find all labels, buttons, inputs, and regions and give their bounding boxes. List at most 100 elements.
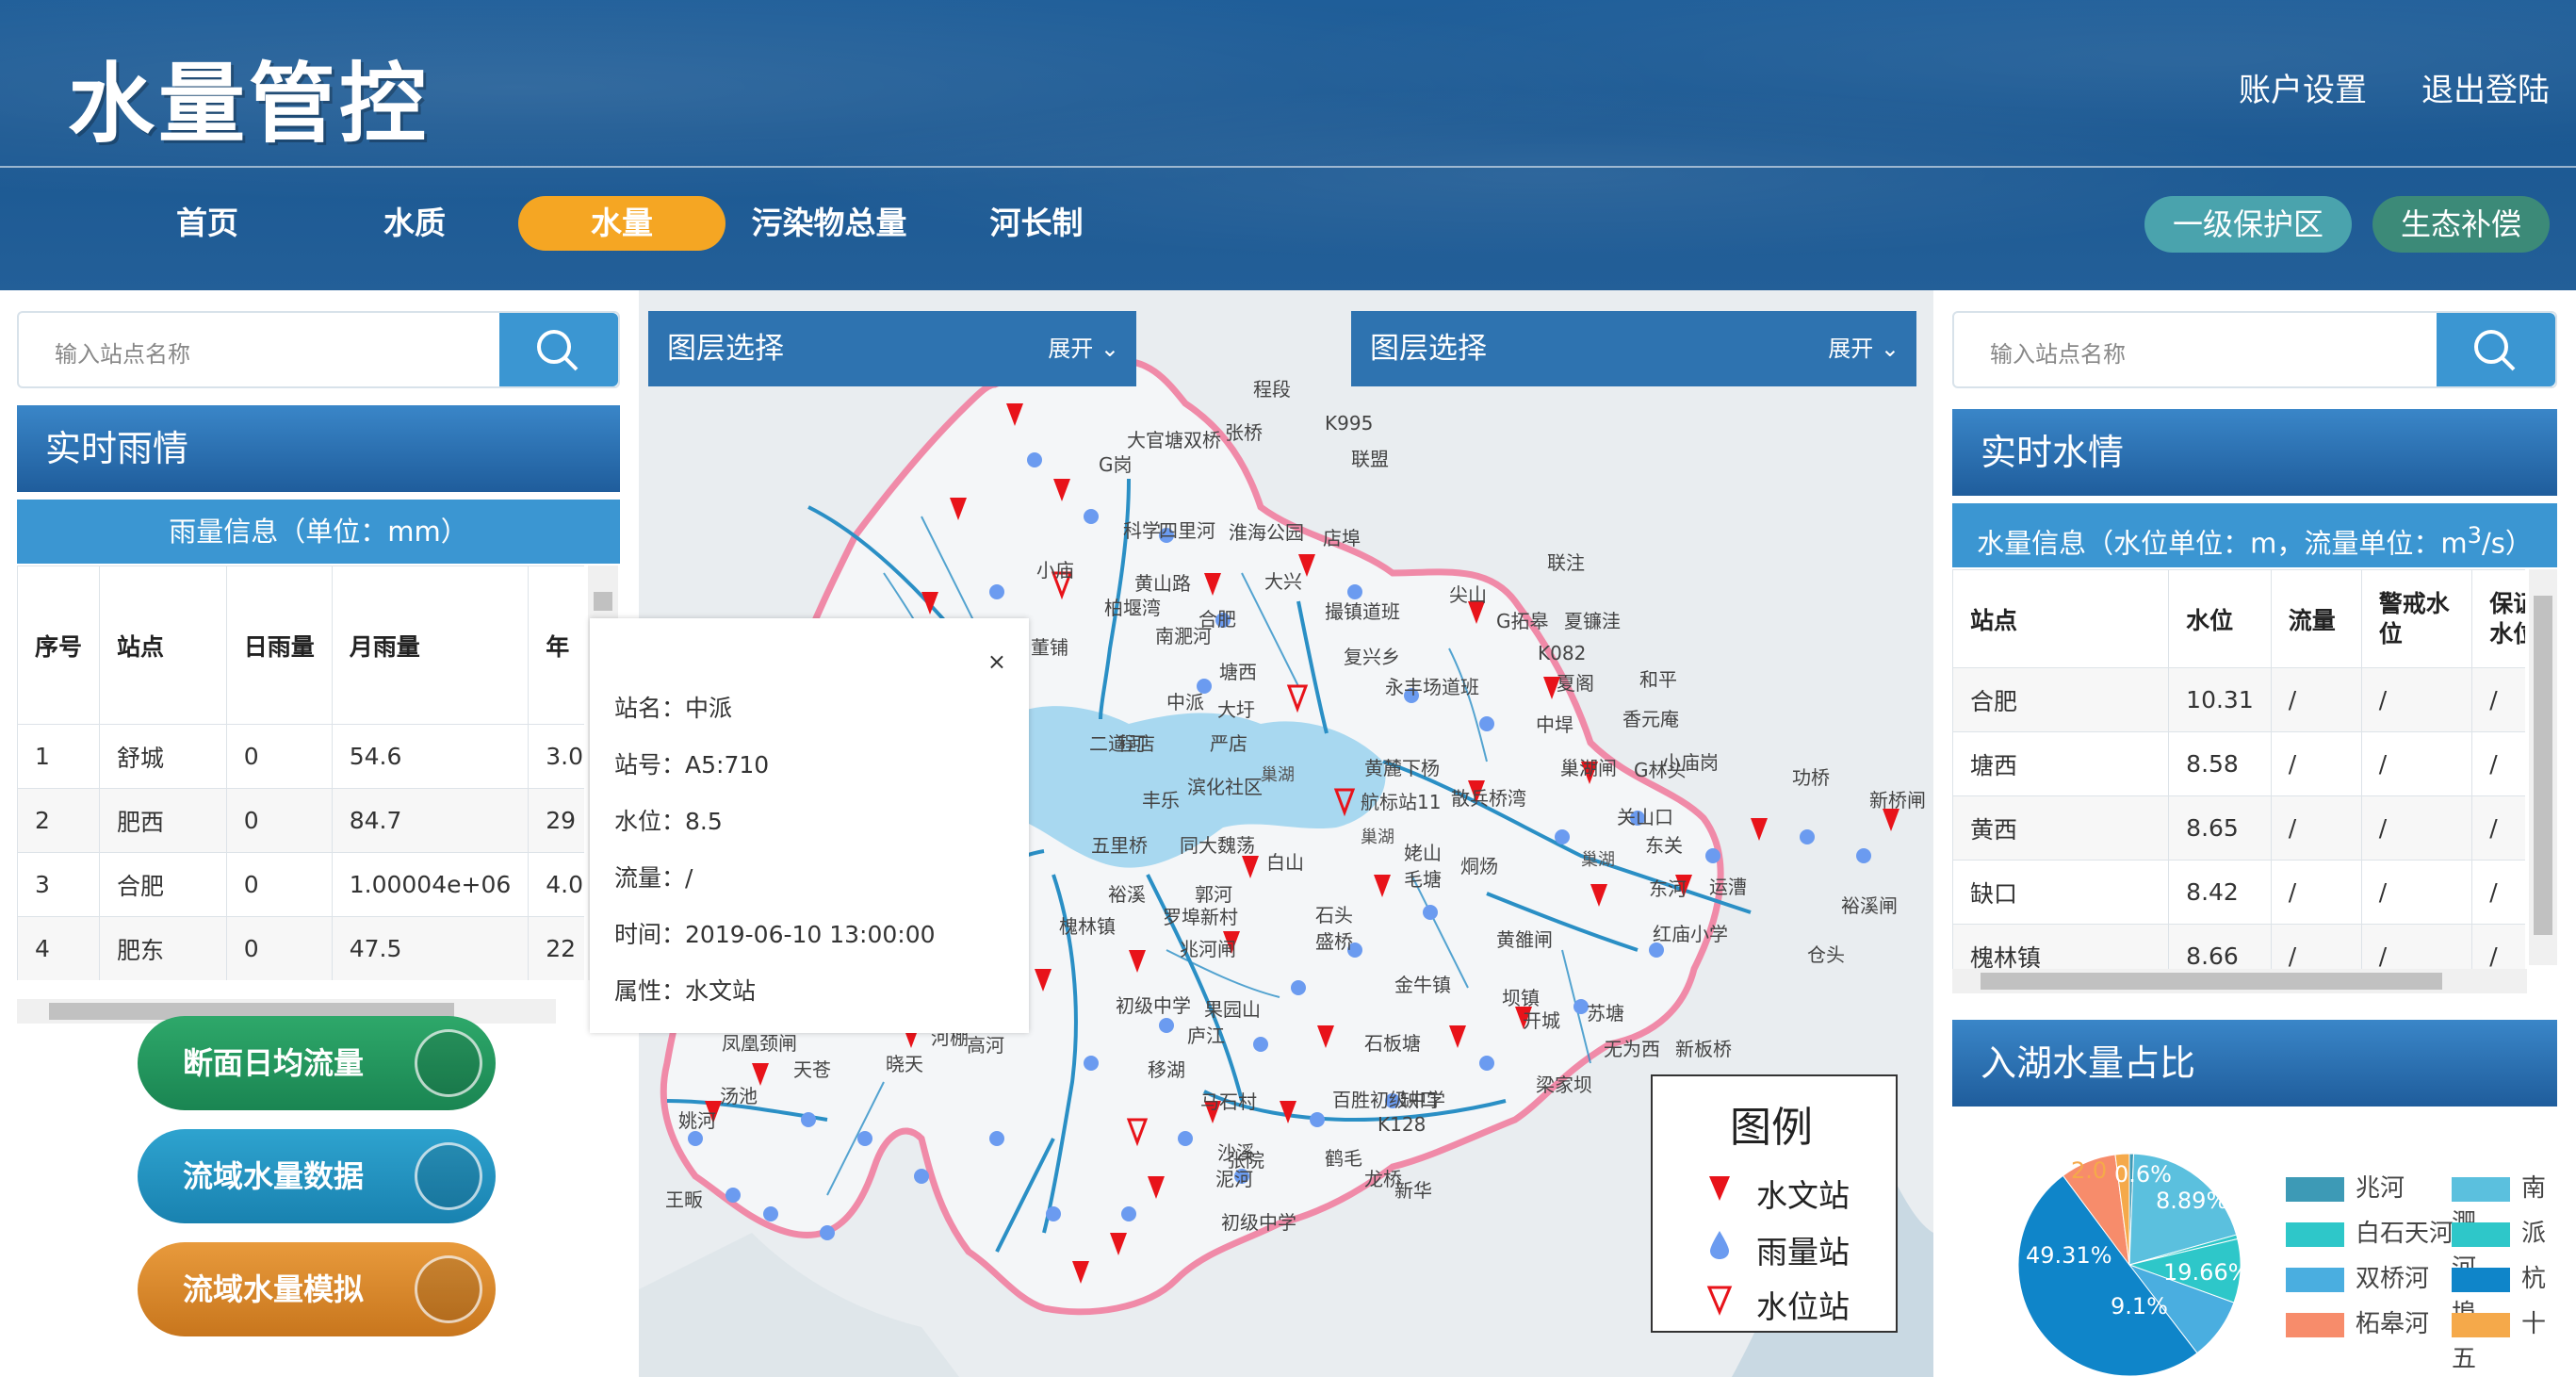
nav-pollutant-total[interactable]: 污染物总量	[726, 196, 933, 251]
nav-water-quality[interactable]: 水质	[311, 196, 518, 251]
eco-compensation-button[interactable]: 生态补偿	[2372, 196, 2550, 253]
svg-text:塘西: 塘西	[1219, 661, 1257, 683]
app-logo: 水量管控	[68, 54, 431, 155]
nav-home[interactable]: 首页	[104, 196, 311, 251]
svg-text:白山: 白山	[1266, 851, 1304, 874]
pie-legend-item[interactable]: 双桥河	[2286, 1259, 2429, 1294]
svg-text:苏塘: 苏塘	[1587, 1002, 1624, 1025]
svg-text:撮镇道班: 撮镇道班	[1325, 600, 1400, 623]
account-settings-link[interactable]: 账户设置	[2239, 64, 2367, 110]
svg-text:联盟: 联盟	[1351, 448, 1389, 470]
layer-select-label: 图层选择	[667, 332, 784, 366]
svg-text:中派: 中派	[1166, 691, 1204, 713]
legend-swatch	[2452, 1176, 2510, 1202]
legend-swatch	[2286, 1176, 2344, 1202]
svg-text:大官塘: 大官塘	[1127, 429, 1183, 451]
pie-label: 49.31%	[2026, 1242, 2112, 1269]
nav-river-chief[interactable]: 河长制	[933, 196, 1140, 251]
col-header: 年	[528, 566, 584, 725]
search-input[interactable]: 输入站点名称	[55, 336, 190, 369]
svg-text:凤凰颈闸: 凤凰颈闸	[722, 1032, 797, 1055]
svg-text:巢湖: 巢湖	[1261, 765, 1295, 785]
svg-text:鹤毛: 鹤毛	[1325, 1147, 1362, 1170]
search-input[interactable]: 输入站点名称	[1990, 336, 2126, 369]
table-row[interactable]: 槐林镇 8.66// /	[1952, 924, 2525, 969]
scroll-thumb[interactable]	[1981, 973, 2442, 990]
svg-text:滨化社区: 滨化社区	[1187, 776, 1263, 798]
pie-legend-item[interactable]: 十五	[2452, 1304, 2568, 1374]
section-daily-flow-button[interactable]: 断面日均流量	[138, 1016, 496, 1110]
table-row[interactable]: 4 肥东 0 47.5 22	[17, 916, 584, 980]
col-header: 序号	[17, 566, 101, 725]
svg-text:石板塘: 石板塘	[1364, 1032, 1421, 1055]
svg-text:姥山: 姥山	[1404, 842, 1442, 864]
chevron-down-icon: ⌄	[1873, 336, 1899, 362]
col-header: 流量	[2270, 569, 2362, 668]
svg-text:G岗: G岗	[1099, 453, 1133, 476]
table-row[interactable]: 2 肥西 0 84.7 29	[17, 788, 584, 853]
svg-text:K995: K995	[1325, 412, 1373, 434]
svg-text:大圩: 大圩	[1217, 698, 1255, 721]
pie-legend-item[interactable]: 柘皋河	[2286, 1304, 2429, 1339]
legend-title: 图例	[1730, 1104, 1813, 1152]
layer-select-right[interactable]: 图层选择 展开 ⌄	[1351, 311, 1916, 386]
expand-toggle[interactable]: 展开 ⌄	[1048, 311, 1119, 386]
svg-text:东关: 东关	[1645, 834, 1683, 857]
expand-toggle[interactable]: 展开 ⌄	[1828, 311, 1899, 386]
table-row[interactable]: 1 舒城 0 54.6 3.0	[17, 724, 584, 789]
svg-text:G拓皋: G拓皋	[1496, 610, 1549, 632]
svg-text:和平: 和平	[1639, 668, 1677, 691]
water-table: 站点 水位 流量 警戒水位 保证水位 合肥10.31/// 塘西8.58/// …	[1952, 569, 2525, 969]
station-popup: × 站名：中派 站号：A5:710 水位：8.5 流量：/ 时间：2019-06…	[590, 618, 1029, 1033]
legend-item: 水位站	[1756, 1288, 1850, 1325]
svg-text:兆河闸: 兆河闸	[1180, 938, 1236, 960]
pie-legend: 兆河南淝白石天河派河双桥河杭埠柘皋河十五	[2286, 1169, 2568, 1373]
pie-legend-item[interactable]: 白石天河	[2286, 1214, 2454, 1249]
water-table-wrapper[interactable]: 站点 水位 流量 警戒水位 保证水位 合肥10.31/// 塘西8.58/// …	[1952, 569, 2525, 969]
water-level-station-icon	[1706, 1286, 1733, 1316]
horizontal-scrollbar[interactable]	[1952, 969, 2527, 993]
flow-chart-icon	[415, 1029, 482, 1097]
chevron-down-icon: ⌄	[1093, 336, 1119, 362]
svg-text:天苍: 天苍	[793, 1058, 831, 1081]
table-row[interactable]: 合肥 10.31// /	[1952, 667, 2525, 732]
layer-select-left[interactable]: 图层选择 展开 ⌄	[648, 311, 1136, 386]
svg-text:东河: 东河	[1649, 877, 1687, 900]
rain-table-wrapper[interactable]: 序号 站点 日雨量 月雨量 年 1 舒城 0 54.6 3.0 2 肥西 0 84.7 29 3…	[17, 566, 584, 980]
svg-text:夏阁: 夏阁	[1557, 672, 1594, 695]
legend-label: 双桥河	[2356, 1265, 2430, 1293]
close-icon[interactable]: ×	[987, 648, 1006, 675]
scroll-thumb[interactable]	[2534, 596, 2552, 935]
logout-link[interactable]: 退出登陆	[2421, 64, 2550, 110]
protection-zone-button[interactable]: 一级保护区	[2144, 196, 2352, 253]
scroll-thumb[interactable]	[594, 592, 612, 611]
svg-text:大兴: 大兴	[1264, 570, 1302, 593]
table-row[interactable]: 缺口 8.42// /	[1952, 860, 2525, 925]
svg-text:联注: 联注	[1547, 551, 1585, 574]
pie-legend-item[interactable]: 兆河	[2286, 1169, 2405, 1204]
popup-water-level: 8.5	[685, 808, 723, 835]
nav-water-quantity[interactable]: 水量	[518, 196, 726, 251]
legend-swatch	[2286, 1267, 2344, 1292]
basin-water-data-button[interactable]: 流域水量数据	[138, 1129, 496, 1223]
popup-station-no: A5:710	[685, 751, 770, 779]
rain-table: 序号 站点 日雨量 月雨量 年 1 舒城 0 54.6 3.0 2 肥西 0 84.7 29 3…	[17, 566, 584, 980]
search-button[interactable]	[499, 313, 618, 386]
basin-water-simulation-button[interactable]: 流域水量模拟	[138, 1242, 496, 1336]
svg-text:仓头: 仓头	[1807, 943, 1845, 966]
water-wave-icon	[415, 1142, 482, 1210]
table-row[interactable]: 塘西 8.58// /	[1952, 731, 2525, 796]
search-button[interactable]	[2437, 313, 2555, 386]
place-label: 程段	[1253, 378, 1291, 401]
col-header: 保证水位	[2471, 569, 2525, 668]
popup-flow: /	[685, 864, 693, 892]
station-search: 输入站点名称	[17, 311, 620, 388]
popup-station-name: 中派	[685, 695, 733, 722]
table-row[interactable]: 3 合肥 0 1.00004e+06 4.0	[17, 852, 584, 917]
legend-item: 水文站	[1756, 1177, 1850, 1214]
table-row[interactable]: 黄西 8.65// /	[1952, 795, 2525, 861]
vertical-scrollbar[interactable]	[2529, 569, 2557, 965]
col-header: 警戒水位	[2360, 569, 2473, 668]
svg-text:庐江: 庐江	[1187, 1025, 1225, 1047]
svg-text:姚河: 姚河	[678, 1109, 716, 1132]
